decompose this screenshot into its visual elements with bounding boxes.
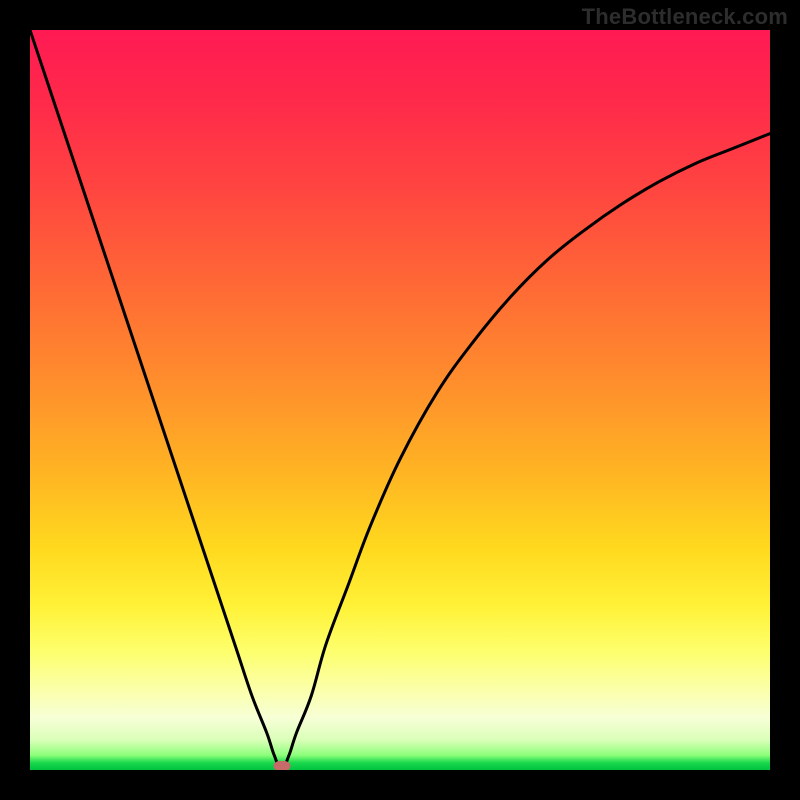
bottleneck-curve [30, 30, 770, 770]
minimum-marker [273, 761, 290, 770]
chart-frame: TheBottleneck.com [0, 0, 800, 800]
curve-path [30, 30, 770, 770]
plot-area [30, 30, 770, 770]
watermark-text: TheBottleneck.com [582, 4, 788, 30]
